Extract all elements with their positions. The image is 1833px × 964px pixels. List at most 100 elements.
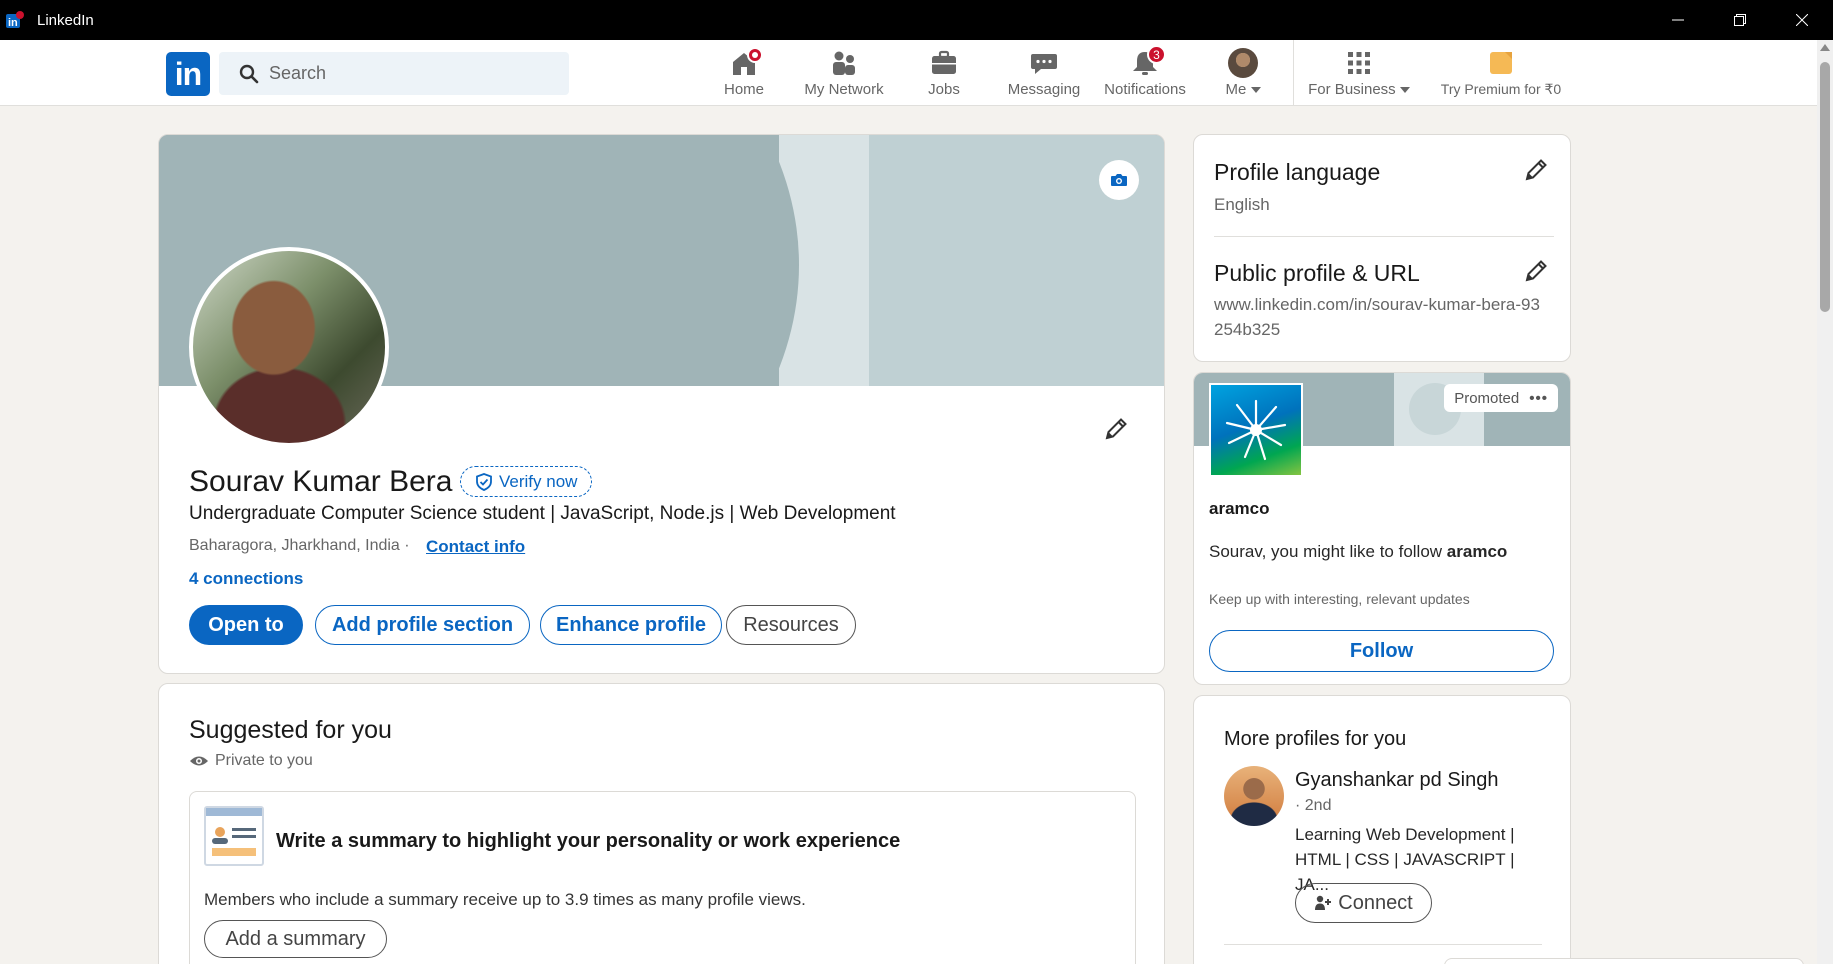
profile-location: Baharagora, Jharkhand, India · [189, 537, 410, 554]
verify-now-button[interactable]: Verify now [460, 466, 593, 497]
nav-network-label: My Network [804, 81, 884, 98]
summary-description: Members who include a summary receive up… [204, 890, 806, 909]
promoted-label: Promoted [1454, 389, 1520, 407]
nav-divider [1293, 40, 1294, 106]
restore-button[interactable] [1709, 0, 1771, 40]
minimize-icon [1672, 19, 1684, 21]
promo-message: Sourav, you might like to follow aramco [1209, 542, 1508, 561]
summary-illustration [204, 806, 264, 866]
home-dot-badge [747, 47, 763, 63]
svg-text:in: in [8, 17, 18, 29]
grid-icon [1344, 48, 1374, 78]
connections-link[interactable]: 4 connections [189, 569, 303, 589]
edit-cover-button[interactable] [1099, 160, 1139, 200]
connect-button[interactable]: Connect [1295, 883, 1432, 923]
summary-suggestion: Write a summary to highlight your person… [189, 791, 1136, 964]
follow-button[interactable]: Follow [1209, 630, 1554, 672]
window-controls [1647, 0, 1833, 40]
messaging-overlay[interactable] [1444, 958, 1804, 964]
contact-info-link[interactable]: Contact info [426, 537, 525, 557]
verify-label: Verify now [499, 471, 578, 491]
camera-icon [1111, 174, 1127, 186]
top-navigation: in Home My Network Jobs Messaging 3 [0, 40, 1817, 106]
restore-icon [1734, 14, 1746, 26]
premium-icon [1486, 48, 1516, 78]
search-icon [239, 64, 259, 83]
profile-name: Sourav Kumar Bera [189, 465, 453, 498]
add-person-icon [1315, 895, 1332, 910]
aramco-star-icon [1225, 399, 1287, 461]
close-button[interactable] [1771, 0, 1833, 40]
more-profiles-title: More profiles for you [1224, 728, 1407, 750]
linkedin-app-icon: in [5, 10, 25, 30]
close-icon [1796, 14, 1808, 26]
search-input[interactable] [269, 63, 549, 84]
minimize-button[interactable] [1647, 0, 1709, 40]
nav-messaging[interactable]: Messaging [1004, 48, 1084, 104]
public-profile-url[interactable]: www.linkedin.com/in/sourav-kumar-bera-93… [1214, 292, 1544, 342]
privacy-note: Private to you [189, 752, 313, 770]
bell-icon: 3 [1130, 45, 1166, 78]
profile-settings-card: Profile language English Public profile … [1193, 134, 1571, 362]
pencil-icon [1525, 159, 1547, 181]
profile-headline: Undergraduate Computer Science student |… [189, 503, 896, 524]
promo-subtext: Keep up with interesting, relevant updat… [1209, 591, 1470, 607]
scroll-thumb[interactable] [1820, 62, 1830, 312]
edit-language-button[interactable] [1521, 155, 1551, 185]
avatar[interactable] [1224, 766, 1284, 826]
edit-url-button[interactable] [1521, 256, 1551, 286]
nav-home[interactable]: Home [718, 47, 770, 104]
profile-language-title: Profile language [1214, 159, 1381, 185]
nav-business-label: For Business [1308, 81, 1396, 98]
more-profiles-card: More profiles for you Gyanshankar pd Sin… [1193, 695, 1571, 964]
add-summary-button[interactable]: Add a summary [204, 920, 387, 958]
scroll-up-arrow[interactable] [1820, 44, 1830, 51]
edit-intro-button[interactable] [1101, 414, 1131, 444]
pencil-icon [1105, 418, 1127, 440]
open-to-button[interactable]: Open to [189, 605, 303, 645]
nav-me-label: Me [1225, 81, 1247, 98]
profile-card: Sourav Kumar Bera Verify now Undergradua… [158, 134, 1165, 674]
summary-heading: Write a summary to highlight your person… [276, 830, 901, 852]
nav-premium[interactable]: Try Premium for ₹0 [1434, 48, 1568, 104]
network-icon [829, 48, 859, 78]
window-titlebar: in LinkedIn [0, 0, 1833, 40]
nav-my-network[interactable]: My Network [798, 48, 890, 104]
profile-photo[interactable] [189, 247, 389, 447]
profile-language-value: English [1214, 195, 1270, 214]
public-profile-title: Public profile & URL [1214, 260, 1420, 286]
aramco-logo[interactable] [1209, 383, 1303, 477]
home-icon [729, 47, 763, 78]
briefcase-icon [929, 48, 959, 78]
page-scrollbar[interactable] [1817, 40, 1833, 964]
chevron-down-icon [1399, 87, 1410, 94]
chat-icon [1029, 48, 1059, 78]
eye-icon [190, 756, 208, 766]
nav-jobs[interactable]: Jobs [920, 48, 968, 104]
promo-company-name[interactable]: aramco [1209, 499, 1269, 519]
divider [1224, 944, 1542, 945]
promoted-tag[interactable]: Promoted ••• [1444, 384, 1558, 412]
resources-button[interactable]: Resources [726, 605, 856, 645]
search-box[interactable] [219, 52, 569, 95]
enhance-profile-button[interactable]: Enhance profile [540, 605, 722, 645]
pencil-icon [1525, 260, 1547, 282]
nav-premium-label: Try Premium for ₹0 [1440, 81, 1562, 97]
nav-me[interactable]: Me [1221, 48, 1265, 104]
promo-message-company: aramco [1446, 542, 1508, 561]
connect-label: Connect [1338, 891, 1413, 914]
chevron-down-icon [1250, 87, 1261, 94]
connection-degree: · 2nd [1295, 797, 1332, 814]
promoted-card: Promoted ••• aramco Sourav, you might li… [1193, 372, 1571, 685]
suggested-card: Suggested for you Private to you Write a… [158, 683, 1165, 964]
linkedin-logo[interactable]: in [166, 52, 210, 96]
verified-shield-icon [476, 472, 492, 491]
nav-messaging-label: Messaging [1007, 81, 1081, 98]
nav-notifications[interactable]: 3 Notifications [1100, 45, 1190, 104]
nav-for-business[interactable]: For Business [1308, 48, 1410, 104]
add-profile-section-button[interactable]: Add profile section [315, 605, 530, 645]
nav-notifications-label: Notifications [1104, 81, 1186, 98]
privacy-label: Private to you [215, 752, 313, 769]
more-options-icon[interactable]: ••• [1529, 390, 1548, 407]
suggested-profile-name[interactable]: Gyanshankar pd Singh [1295, 769, 1498, 792]
